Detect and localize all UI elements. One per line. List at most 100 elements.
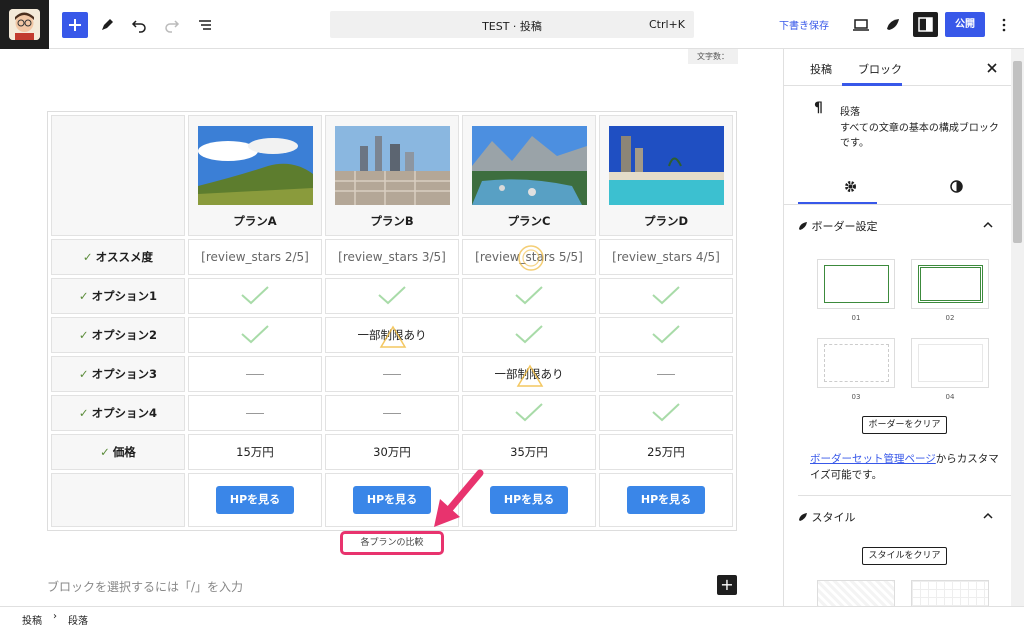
check-cell bbox=[462, 278, 596, 314]
gear-icon[interactable] bbox=[844, 180, 857, 193]
plan-header: プランA bbox=[188, 115, 322, 236]
plan-header: プランC bbox=[462, 115, 596, 236]
block-card: ¶ 段落 すべての文章の基本の構成ブロックです。 bbox=[784, 86, 1012, 167]
word-count: 文字数： bbox=[688, 49, 738, 64]
border-help-text: ボーダーセット管理ページからカスタマイズ可能です。 bbox=[810, 453, 999, 481]
border-preset-01[interactable] bbox=[817, 259, 895, 309]
check-icon bbox=[241, 285, 269, 304]
styles-icon[interactable] bbox=[950, 180, 963, 193]
active-subtab-indicator bbox=[798, 202, 877, 204]
check-cell bbox=[188, 317, 322, 353]
chevron-up-icon[interactable] bbox=[983, 512, 993, 520]
check-cell bbox=[599, 395, 733, 431]
check-cell bbox=[599, 317, 733, 353]
scrollbar-thumb[interactable] bbox=[1013, 61, 1022, 243]
theme-plugin-button[interactable] bbox=[880, 12, 906, 38]
check-cell bbox=[599, 278, 733, 314]
settings-sidebar: 投稿 ブロック ¶ 段落 すべての文章の基本の構成ブロックです。 ボーダー設定 … bbox=[783, 49, 1024, 606]
close-icon[interactable] bbox=[987, 63, 997, 73]
save-draft-button[interactable]: 下書き保存 bbox=[779, 17, 829, 32]
plan-name: プランC bbox=[507, 213, 551, 228]
tab-post[interactable]: 投稿 bbox=[810, 61, 832, 77]
document-title: TEST · 投稿 bbox=[482, 20, 542, 33]
price-cell: 25万円 bbox=[599, 434, 733, 470]
add-block-button[interactable] bbox=[62, 12, 88, 38]
limited-cell: 一部制限あり bbox=[325, 317, 459, 353]
chevron-up-icon[interactable] bbox=[983, 221, 993, 229]
row-label: ✓ オプション4 bbox=[51, 395, 185, 431]
plan-header: プランB bbox=[325, 115, 459, 236]
triangle-mark-icon bbox=[379, 325, 407, 348]
document-overview-button[interactable] bbox=[192, 12, 218, 38]
publish-button[interactable]: 公開 bbox=[945, 12, 985, 37]
check-icon bbox=[378, 285, 406, 304]
check-icon bbox=[515, 402, 543, 421]
command-palette[interactable]: TEST · 投稿 Ctrl+K bbox=[330, 11, 694, 38]
check-icon bbox=[515, 324, 543, 343]
editor-canvas: 文字数： プランA プランB プランC プランD ✓ オススメ度 [review… bbox=[0, 49, 783, 606]
undo-button[interactable] bbox=[126, 12, 152, 38]
leaf-icon bbox=[799, 222, 807, 230]
triangle-mark-icon bbox=[516, 364, 544, 387]
check-icon bbox=[241, 324, 269, 343]
hp-button[interactable]: HPを見る bbox=[627, 486, 705, 514]
table-corner-cell bbox=[51, 115, 185, 236]
check-cell bbox=[462, 395, 596, 431]
table-caption[interactable]: 各プランの比較 bbox=[340, 531, 444, 555]
plan-name: プランB bbox=[370, 213, 414, 228]
plan-header: プランD bbox=[599, 115, 733, 236]
row-label: ✓ オプション1 bbox=[51, 278, 185, 314]
check-icon bbox=[652, 402, 680, 421]
clear-style-button[interactable]: スタイルをクリア bbox=[862, 547, 947, 565]
dash-icon bbox=[383, 374, 401, 375]
style-preset[interactable] bbox=[817, 580, 895, 606]
dash-icon bbox=[246, 413, 264, 414]
sidebar-tabs: 投稿 ブロック bbox=[784, 49, 1012, 86]
inline-add-block-button[interactable]: + bbox=[717, 575, 737, 595]
tools-button[interactable] bbox=[94, 12, 120, 38]
sidebar-icon bbox=[918, 17, 933, 32]
style-section-header[interactable]: スタイル bbox=[798, 509, 856, 525]
hp-button[interactable]: HPを見る bbox=[216, 486, 294, 514]
redo-button[interactable] bbox=[159, 12, 185, 38]
border-preset-04[interactable] bbox=[911, 338, 989, 388]
row-label: ✓ オススメ度 bbox=[51, 239, 185, 275]
button-cell: HPを見る bbox=[188, 473, 322, 527]
plan-name: プランD bbox=[643, 213, 689, 228]
breadcrumb-item[interactable]: 投稿 bbox=[22, 612, 42, 627]
plus-icon bbox=[69, 19, 81, 31]
plan-a-image bbox=[197, 125, 313, 205]
comparison-table[interactable]: プランA プランB プランC プランD ✓ オススメ度 [review_star… bbox=[47, 111, 737, 531]
sidebar-scrollbar[interactable] bbox=[1011, 49, 1024, 606]
tab-block[interactable]: ブロック bbox=[858, 61, 902, 77]
block-placeholder[interactable]: ブロックを選択するには「/」を入力 bbox=[47, 578, 243, 595]
leaf-icon bbox=[799, 513, 807, 521]
preset-label: 04 bbox=[945, 393, 955, 401]
style-preset[interactable] bbox=[911, 580, 989, 606]
border-set-link[interactable]: ボーダーセット管理ページ bbox=[810, 453, 936, 465]
check-cell bbox=[325, 278, 459, 314]
plan-d-image bbox=[608, 125, 724, 205]
hp-button[interactable]: HPを見る bbox=[490, 486, 568, 514]
rating-cell: [review_stars 3/5] bbox=[325, 239, 459, 275]
price-cell: 15万円 bbox=[188, 434, 322, 470]
settings-panel-toggle[interactable] bbox=[913, 12, 938, 37]
breadcrumb-item[interactable]: 段落 bbox=[68, 612, 88, 627]
border-preset-03[interactable] bbox=[817, 338, 895, 388]
divider bbox=[798, 495, 1012, 496]
dash-cell bbox=[188, 395, 322, 431]
shortcut-hint: Ctrl+K bbox=[648, 18, 685, 31]
options-menu-button[interactable] bbox=[991, 12, 1017, 38]
leaf-icon bbox=[887, 19, 899, 30]
site-logo[interactable] bbox=[0, 0, 49, 49]
hp-button[interactable]: HPを見る bbox=[353, 486, 431, 514]
border-section-header[interactable]: ボーダー設定 bbox=[798, 218, 878, 234]
preview-button[interactable] bbox=[848, 12, 874, 38]
editor-toolbar: TEST · 投稿 Ctrl+K 下書き保存 公開 bbox=[0, 0, 1024, 49]
rating-cell: [review_stars 5/5] bbox=[462, 239, 596, 275]
avatar bbox=[9, 9, 40, 40]
circle-mark-icon bbox=[518, 245, 544, 271]
redo-icon bbox=[165, 20, 180, 33]
border-preset-02[interactable] bbox=[911, 259, 989, 309]
clear-border-button[interactable]: ボーダーをクリア bbox=[862, 416, 947, 434]
